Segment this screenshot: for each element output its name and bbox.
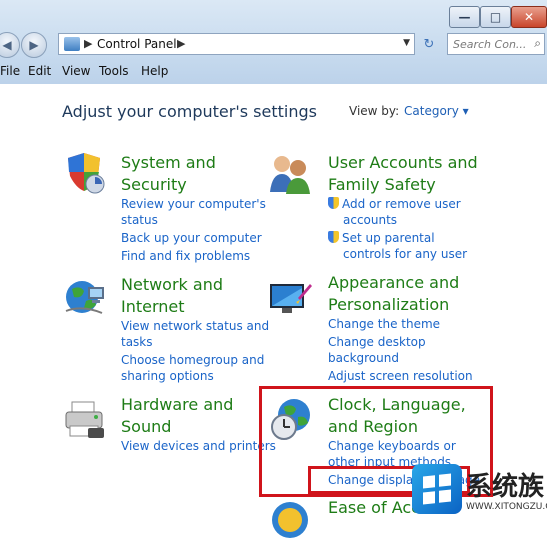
address-dropdown-icon[interactable]: ▼: [403, 38, 410, 48]
link-network-status[interactable]: View network status and: [121, 318, 269, 334]
minimize-icon: —: [458, 10, 471, 24]
menu-view[interactable]: View: [62, 64, 90, 78]
menu-help[interactable]: Help: [141, 64, 168, 78]
link-parental-controls[interactable]: Set up parental: [328, 230, 435, 246]
link-add-remove-user-cont[interactable]: accounts: [343, 212, 397, 228]
link-change-background[interactable]: Change desktop: [328, 334, 426, 350]
control-panel-icon: [64, 37, 80, 51]
search-input[interactable]: Search Con... ⌕: [447, 33, 545, 55]
category-title-appearance-line2[interactable]: Personalization: [328, 294, 449, 316]
search-icon[interactable]: ⌕: [534, 36, 541, 51]
back-arrow-icon: ◀: [2, 38, 12, 52]
refresh-button[interactable]: ↻: [418, 33, 440, 55]
refresh-icon: ↻: [423, 36, 435, 52]
forward-arrow-icon: ▶: [29, 38, 39, 52]
address-bar[interactable]: ▶ Control Panel ▶ ▼: [58, 33, 415, 55]
category-title-hardware-line2[interactable]: Sound: [121, 416, 171, 438]
view-by-dropdown[interactable]: Category ▾: [404, 104, 469, 118]
category-title-system-security-line2[interactable]: Security: [121, 174, 187, 196]
ease-of-access-icon: [272, 502, 308, 538]
printer-icon: [65, 401, 104, 438]
menu-file[interactable]: File: [0, 64, 20, 78]
watermark-url: WWW.XITONGZU.COM: [466, 502, 547, 512]
category-title-hardware-line1[interactable]: Hardware and: [121, 394, 233, 416]
close-icon: ✕: [523, 10, 535, 24]
category-title-network-line1[interactable]: Network and: [121, 274, 223, 296]
user-accounts-icon: [270, 156, 310, 194]
maximize-button[interactable]: □: [480, 6, 511, 28]
network-globe-icon: [65, 281, 104, 314]
minimize-button[interactable]: —: [449, 6, 480, 28]
forward-button[interactable]: ▶: [21, 32, 47, 58]
windows-logo-icon: [412, 464, 462, 514]
link-back-up[interactable]: Back up your computer: [121, 230, 262, 246]
breadcrumb-separator[interactable]: ▶: [177, 37, 185, 50]
link-change-theme[interactable]: Change the theme: [328, 316, 440, 332]
uac-shield-icon: [328, 197, 339, 209]
view-by-label: View by:: [349, 104, 400, 118]
link-screen-resolution[interactable]: Adjust screen resolution: [328, 368, 473, 384]
category-title-users-line1[interactable]: User Accounts and: [328, 152, 478, 174]
system-security-icon: [68, 153, 105, 194]
menu-edit[interactable]: Edit: [28, 64, 51, 78]
link-homegroup[interactable]: Choose homegroup and: [121, 352, 264, 368]
appearance-monitor-icon: [270, 284, 312, 313]
category-title-network-line2[interactable]: Internet: [121, 296, 185, 318]
link-network-status-cont[interactable]: tasks: [121, 334, 153, 350]
category-title-system-security-line1[interactable]: System and: [121, 152, 216, 174]
watermark-text: 系统族: [466, 472, 545, 502]
close-button[interactable]: ✕: [511, 6, 547, 28]
uac-shield-icon: [328, 231, 339, 243]
link-review-status-cont[interactable]: status: [121, 212, 158, 228]
maximize-icon: □: [489, 10, 502, 24]
menu-tools[interactable]: Tools: [99, 64, 129, 78]
breadcrumb-control-panel[interactable]: Control Panel: [97, 37, 177, 51]
page-title: Adjust your computer's settings: [62, 102, 317, 121]
link-review-status[interactable]: Review your computer's: [121, 196, 266, 212]
link-change-background-cont[interactable]: background: [328, 350, 399, 366]
link-find-fix[interactable]: Find and fix problems: [121, 248, 250, 264]
link-add-remove-user[interactable]: Add or remove user: [328, 196, 461, 212]
watermark: 系统族 WWW.XITONGZU.COM: [412, 464, 547, 520]
link-homegroup-cont[interactable]: sharing options: [121, 368, 214, 384]
breadcrumb-separator: ▶: [84, 37, 93, 50]
category-title-appearance-line1[interactable]: Appearance and: [328, 272, 459, 294]
link-parental-controls-cont[interactable]: controls for any user: [343, 246, 467, 262]
link-devices-printers[interactable]: View devices and printers: [121, 438, 276, 454]
search-placeholder: Search Con...: [453, 38, 527, 51]
category-title-users-line2[interactable]: Family Safety: [328, 174, 436, 196]
